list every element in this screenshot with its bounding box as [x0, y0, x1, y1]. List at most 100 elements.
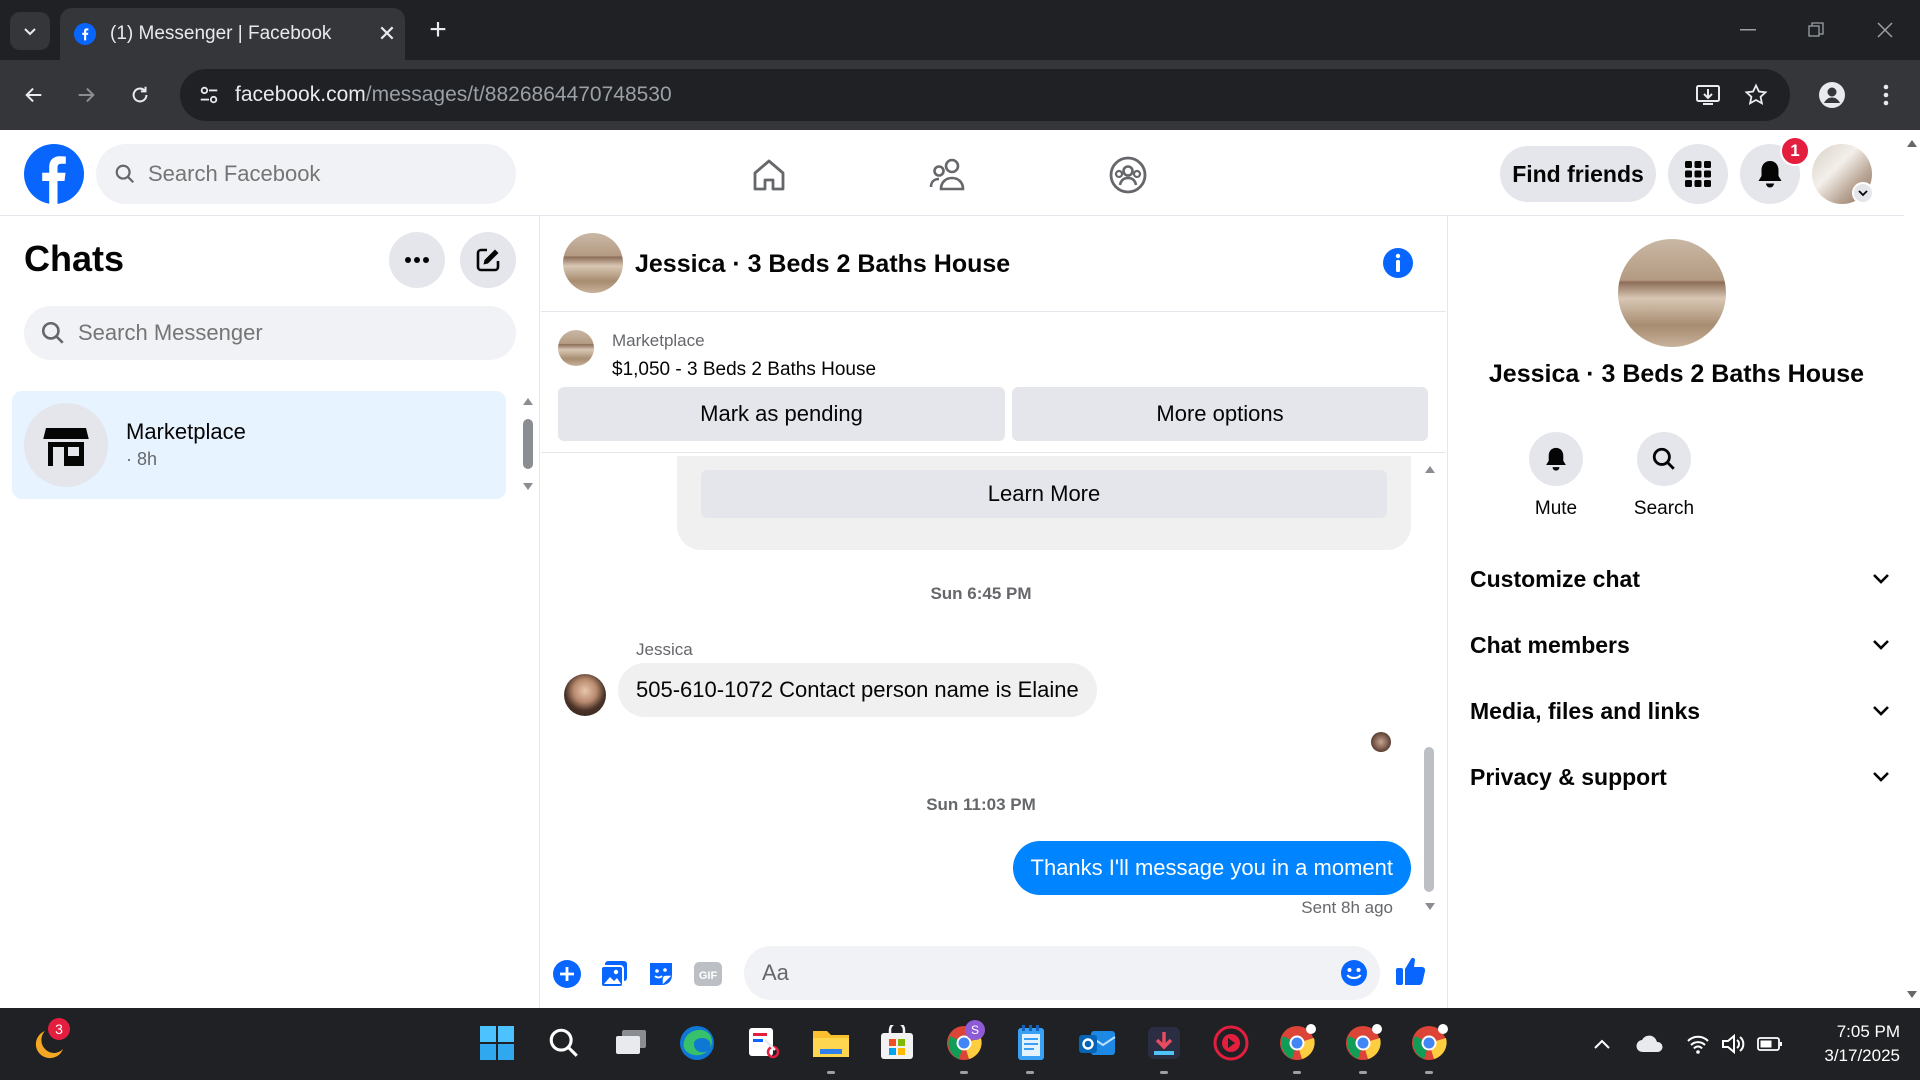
reload-button[interactable]: [120, 75, 160, 115]
customize-chat-row[interactable]: Customize chat: [1470, 554, 1890, 604]
back-button[interactable]: [14, 75, 54, 115]
facebook-search-input[interactable]: [148, 161, 488, 187]
scroll-up-arrow-icon[interactable]: [1906, 138, 1918, 148]
facebook-logo-icon[interactable]: [24, 144, 84, 204]
taskbar-file-explorer[interactable]: [808, 1020, 854, 1066]
forward-button[interactable]: [66, 75, 106, 115]
facebook-favicon-icon: [74, 23, 96, 45]
account-chevron-icon[interactable]: [1852, 182, 1874, 204]
kebab-menu-icon: [1883, 84, 1889, 106]
sender-avatar[interactable]: [564, 674, 606, 716]
learn-more-button[interactable]: Learn More: [701, 470, 1387, 518]
gif-button[interactable]: GIF: [692, 958, 724, 990]
mute-action[interactable]: Mute: [1516, 432, 1596, 520]
chat-members-row[interactable]: Chat members: [1470, 620, 1890, 670]
taskbar-chrome-window-3[interactable]: [1406, 1020, 1452, 1066]
battery-tray[interactable]: [1754, 1030, 1786, 1058]
minimize-button[interactable]: [1718, 10, 1778, 50]
tab-search-button[interactable]: [10, 12, 50, 50]
message-sent-status: Sent 8h ago: [1301, 898, 1393, 917]
search-in-conversation-button[interactable]: [1637, 432, 1691, 486]
messenger-search[interactable]: [24, 306, 516, 360]
profile-button[interactable]: [1812, 75, 1852, 115]
taskbar-media-app[interactable]: [1208, 1020, 1254, 1066]
like-send-button[interactable]: [1392, 952, 1430, 990]
taskbar-outlook[interactable]: [1074, 1020, 1120, 1066]
scroll-down-arrow-icon[interactable]: [1424, 902, 1436, 912]
facebook-search[interactable]: [96, 144, 516, 204]
find-friends-button[interactable]: Find friends: [1500, 146, 1656, 202]
new-tab-button[interactable]: +: [420, 12, 456, 48]
conversation-scrollbar-thumb[interactable]: [1424, 747, 1434, 892]
system-clock[interactable]: 7:05 PM 3/17/2025: [1800, 1020, 1900, 1068]
close-window-button[interactable]: [1855, 10, 1915, 50]
outgoing-message-bubble[interactable]: Thanks I'll message you in a moment: [1012, 841, 1411, 895]
chats-options-button[interactable]: [389, 232, 445, 288]
taskbar-search-button[interactable]: [541, 1020, 587, 1066]
read-receipt-avatar: [1371, 732, 1391, 752]
listing-title[interactable]: $1,050 - 3 Beds 2 Baths House: [612, 359, 876, 381]
chats-scrollbar-thumb[interactable]: [523, 419, 533, 469]
sticker-button[interactable]: [645, 958, 677, 990]
battery-icon: [1757, 1037, 1782, 1051]
privacy-support-label: Privacy & support: [1470, 763, 1667, 790]
message-input[interactable]: [762, 960, 1302, 986]
scroll-up-arrow-icon[interactable]: [1424, 464, 1436, 474]
new-message-button[interactable]: [460, 232, 516, 288]
chat-list-item[interactable]: Marketplace · 8h: [12, 391, 506, 499]
wifi-tray[interactable]: [1682, 1030, 1714, 1058]
more-options-button[interactable]: More options: [1012, 387, 1428, 441]
mute-label: Mute: [1534, 498, 1578, 519]
attach-photo-button[interactable]: [598, 958, 630, 990]
task-view-button[interactable]: [608, 1020, 654, 1066]
nav-friends[interactable]: [918, 150, 978, 200]
info-avatar[interactable]: [1618, 239, 1726, 347]
nav-groups[interactable]: [1098, 150, 1158, 200]
mute-button[interactable]: [1529, 432, 1583, 486]
restore-icon: [1808, 22, 1824, 37]
browser-menu-button[interactable]: [1866, 75, 1906, 115]
search-icon: [115, 164, 135, 184]
messenger-search-input[interactable]: [78, 320, 498, 346]
site-info-icon[interactable]: [198, 84, 220, 106]
page-scrollbar[interactable]: [1904, 130, 1920, 1008]
show-hidden-icons-button[interactable]: [1586, 1030, 1618, 1058]
search-action[interactable]: Search: [1624, 432, 1704, 520]
chevron-down-icon: [1873, 574, 1889, 584]
conversation-avatar[interactable]: [563, 233, 623, 293]
mark-as-pending-button[interactable]: Mark as pending: [558, 387, 1005, 441]
restore-button[interactable]: [1786, 10, 1846, 50]
taskbar-notepad[interactable]: [1008, 1020, 1054, 1066]
taskbar-snipping-tool[interactable]: [741, 1020, 787, 1066]
scroll-up-arrow-icon[interactable]: [522, 396, 534, 406]
taskbar-chrome-window-2[interactable]: [1340, 1020, 1386, 1066]
nav-home[interactable]: [739, 150, 799, 200]
scroll-down-arrow-icon[interactable]: [522, 482, 534, 492]
more-actions-button[interactable]: [551, 958, 583, 990]
tab-close-icon[interactable]: ✕: [369, 21, 405, 47]
message-input-field[interactable]: [744, 946, 1380, 1000]
running-indicator: [1160, 1071, 1168, 1074]
bookmark-star-icon[interactable]: [1744, 83, 1768, 107]
compose-icon: [476, 248, 500, 272]
browser-tab[interactable]: (1) Messenger | Facebook ✕: [60, 8, 405, 60]
taskbar-chrome-window-1[interactable]: [1274, 1020, 1320, 1066]
onedrive-tray[interactable]: [1634, 1030, 1666, 1058]
privacy-support-row[interactable]: Privacy & support: [1470, 752, 1890, 802]
taskbar-edge[interactable]: [674, 1020, 720, 1066]
chats-title: Chats: [24, 238, 125, 279]
address-bar[interactable]: facebook.com/messages/t/8826864470748530: [180, 69, 1790, 121]
emoji-icon[interactable]: [1340, 959, 1368, 987]
incoming-message-bubble[interactable]: 505-610-1072 Contact person name is Elai…: [618, 663, 1097, 717]
start-button[interactable]: [474, 1020, 520, 1066]
scroll-down-arrow-icon[interactable]: [1906, 990, 1918, 1000]
taskbar-downloader[interactable]: [1141, 1020, 1187, 1066]
volume-tray[interactable]: [1718, 1030, 1750, 1058]
install-app-icon[interactable]: [1695, 83, 1721, 107]
conversation-title[interactable]: Jessica · 3 Beds 2 Baths House: [635, 250, 1010, 279]
menu-button[interactable]: [1668, 144, 1728, 204]
media-files-links-row[interactable]: Media, files and links: [1470, 686, 1890, 736]
listing-thumbnail[interactable]: [558, 330, 594, 366]
info-icon[interactable]: [1381, 246, 1415, 280]
taskbar-microsoft-store[interactable]: [874, 1020, 920, 1066]
